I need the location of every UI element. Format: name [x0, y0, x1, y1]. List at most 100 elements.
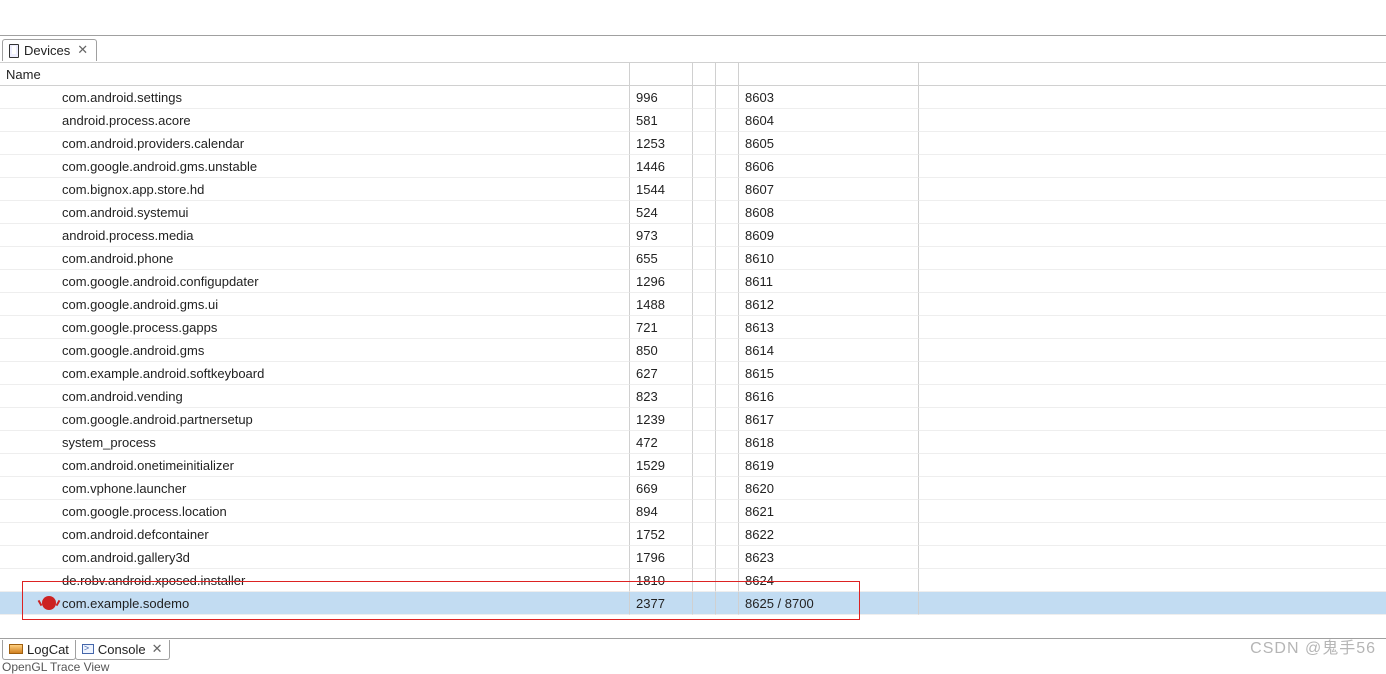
cell-name[interactable]: com.google.process.location: [0, 500, 630, 523]
cell-blank-a[interactable]: [693, 86, 716, 109]
cell-name[interactable]: com.google.android.gms.unstable: [0, 155, 630, 178]
cell-name[interactable]: com.android.gallery3d: [0, 546, 630, 569]
cell-blank-b[interactable]: [716, 385, 739, 408]
cell-blank-a[interactable]: [693, 408, 716, 431]
cell-blank-b[interactable]: [716, 316, 739, 339]
cell-blank-a[interactable]: [693, 339, 716, 362]
cell-blank-b[interactable]: [716, 569, 739, 592]
cell-name[interactable]: com.google.android.gms.ui: [0, 293, 630, 316]
close-icon[interactable]: ✕: [77, 43, 88, 58]
cell-pid[interactable]: 1296: [630, 270, 693, 293]
cell-port[interactable]: 8618: [739, 431, 919, 454]
cell-pid[interactable]: 721: [630, 316, 693, 339]
cell-name[interactable]: com.example.sodemo: [0, 592, 630, 615]
cell-blank-a[interactable]: [693, 201, 716, 224]
cell-tail[interactable]: [919, 132, 1386, 155]
cell-blank-a[interactable]: [693, 362, 716, 385]
cell-port[interactable]: 8614: [739, 339, 919, 362]
cell-blank-b[interactable]: [716, 86, 739, 109]
cell-port[interactable]: 8612: [739, 293, 919, 316]
cell-pid[interactable]: 850: [630, 339, 693, 362]
tab-devices[interactable]: Devices ✕: [2, 39, 97, 61]
cell-pid[interactable]: 1544: [630, 178, 693, 201]
cell-blank-b[interactable]: [716, 178, 739, 201]
cell-tail[interactable]: [919, 201, 1386, 224]
cell-blank-b[interactable]: [716, 293, 739, 316]
cell-tail[interactable]: [919, 546, 1386, 569]
cell-tail[interactable]: [919, 293, 1386, 316]
cell-name[interactable]: com.google.process.gapps: [0, 316, 630, 339]
cell-tail[interactable]: [919, 155, 1386, 178]
cell-port[interactable]: 8621: [739, 500, 919, 523]
cell-port[interactable]: 8615: [739, 362, 919, 385]
cell-blank-a[interactable]: [693, 293, 716, 316]
cell-pid[interactable]: 1239: [630, 408, 693, 431]
cell-name[interactable]: com.example.android.softkeyboard: [0, 362, 630, 385]
cell-blank-a[interactable]: [693, 569, 716, 592]
cell-tail[interactable]: [919, 592, 1386, 615]
cell-port[interactable]: 8624: [739, 569, 919, 592]
table-header[interactable]: Name: [0, 62, 1386, 86]
cell-blank-a[interactable]: [693, 109, 716, 132]
cell-blank-a[interactable]: [693, 270, 716, 293]
tab-console[interactable]: Console ✕: [75, 640, 170, 660]
cell-port[interactable]: 8605: [739, 132, 919, 155]
cell-pid[interactable]: 1796: [630, 546, 693, 569]
cell-blank-a[interactable]: [693, 477, 716, 500]
cell-blank-b[interactable]: [716, 224, 739, 247]
cell-port[interactable]: 8622: [739, 523, 919, 546]
cell-blank-b[interactable]: [716, 523, 739, 546]
cell-pid[interactable]: 472: [630, 431, 693, 454]
cell-blank-a[interactable]: [693, 132, 716, 155]
cell-blank-a[interactable]: [693, 247, 716, 270]
cell-port[interactable]: 8609: [739, 224, 919, 247]
cell-name[interactable]: system_process: [0, 431, 630, 454]
cell-name[interactable]: com.android.phone: [0, 247, 630, 270]
cell-tail[interactable]: [919, 454, 1386, 477]
cell-blank-a[interactable]: [693, 178, 716, 201]
cell-blank-b[interactable]: [716, 592, 739, 615]
cell-blank-a[interactable]: [693, 431, 716, 454]
cell-pid[interactable]: 1529: [630, 454, 693, 477]
cell-tail[interactable]: [919, 270, 1386, 293]
cell-port[interactable]: 8613: [739, 316, 919, 339]
cell-blank-b[interactable]: [716, 431, 739, 454]
cell-blank-b[interactable]: [716, 270, 739, 293]
cell-pid[interactable]: 894: [630, 500, 693, 523]
cell-tail[interactable]: [919, 316, 1386, 339]
cell-port[interactable]: 8620: [739, 477, 919, 500]
header-col-3[interactable]: [693, 63, 716, 85]
cell-blank-a[interactable]: [693, 523, 716, 546]
cell-pid[interactable]: 1810: [630, 569, 693, 592]
cell-port[interactable]: 8603: [739, 86, 919, 109]
cell-tail[interactable]: [919, 500, 1386, 523]
cell-port[interactable]: 8610: [739, 247, 919, 270]
cell-blank-b[interactable]: [716, 155, 739, 178]
cell-port[interactable]: 8623: [739, 546, 919, 569]
cell-blank-b[interactable]: [716, 132, 739, 155]
cell-pid[interactable]: 1253: [630, 132, 693, 155]
cell-name[interactable]: com.android.vending: [0, 385, 630, 408]
cell-port[interactable]: 8608: [739, 201, 919, 224]
cell-tail[interactable]: [919, 109, 1386, 132]
cell-tail[interactable]: [919, 569, 1386, 592]
cell-port[interactable]: 8625 / 8700: [739, 592, 919, 615]
header-name[interactable]: Name: [0, 63, 630, 85]
cell-blank-b[interactable]: [716, 500, 739, 523]
cell-tail[interactable]: [919, 362, 1386, 385]
cell-tail[interactable]: [919, 247, 1386, 270]
close-icon[interactable]: ✕: [152, 642, 163, 657]
cell-tail[interactable]: [919, 339, 1386, 362]
cell-tail[interactable]: [919, 224, 1386, 247]
cell-name[interactable]: com.android.defcontainer: [0, 523, 630, 546]
cell-name[interactable]: com.android.systemui: [0, 201, 630, 224]
cell-blank-b[interactable]: [716, 201, 739, 224]
cell-port[interactable]: 8616: [739, 385, 919, 408]
cell-name[interactable]: com.vphone.launcher: [0, 477, 630, 500]
cell-name[interactable]: android.process.acore: [0, 109, 630, 132]
cell-pid[interactable]: 2377: [630, 592, 693, 615]
cell-pid[interactable]: 996: [630, 86, 693, 109]
cell-name[interactable]: com.android.providers.calendar: [0, 132, 630, 155]
cell-blank-b[interactable]: [716, 408, 739, 431]
cell-pid[interactable]: 655: [630, 247, 693, 270]
